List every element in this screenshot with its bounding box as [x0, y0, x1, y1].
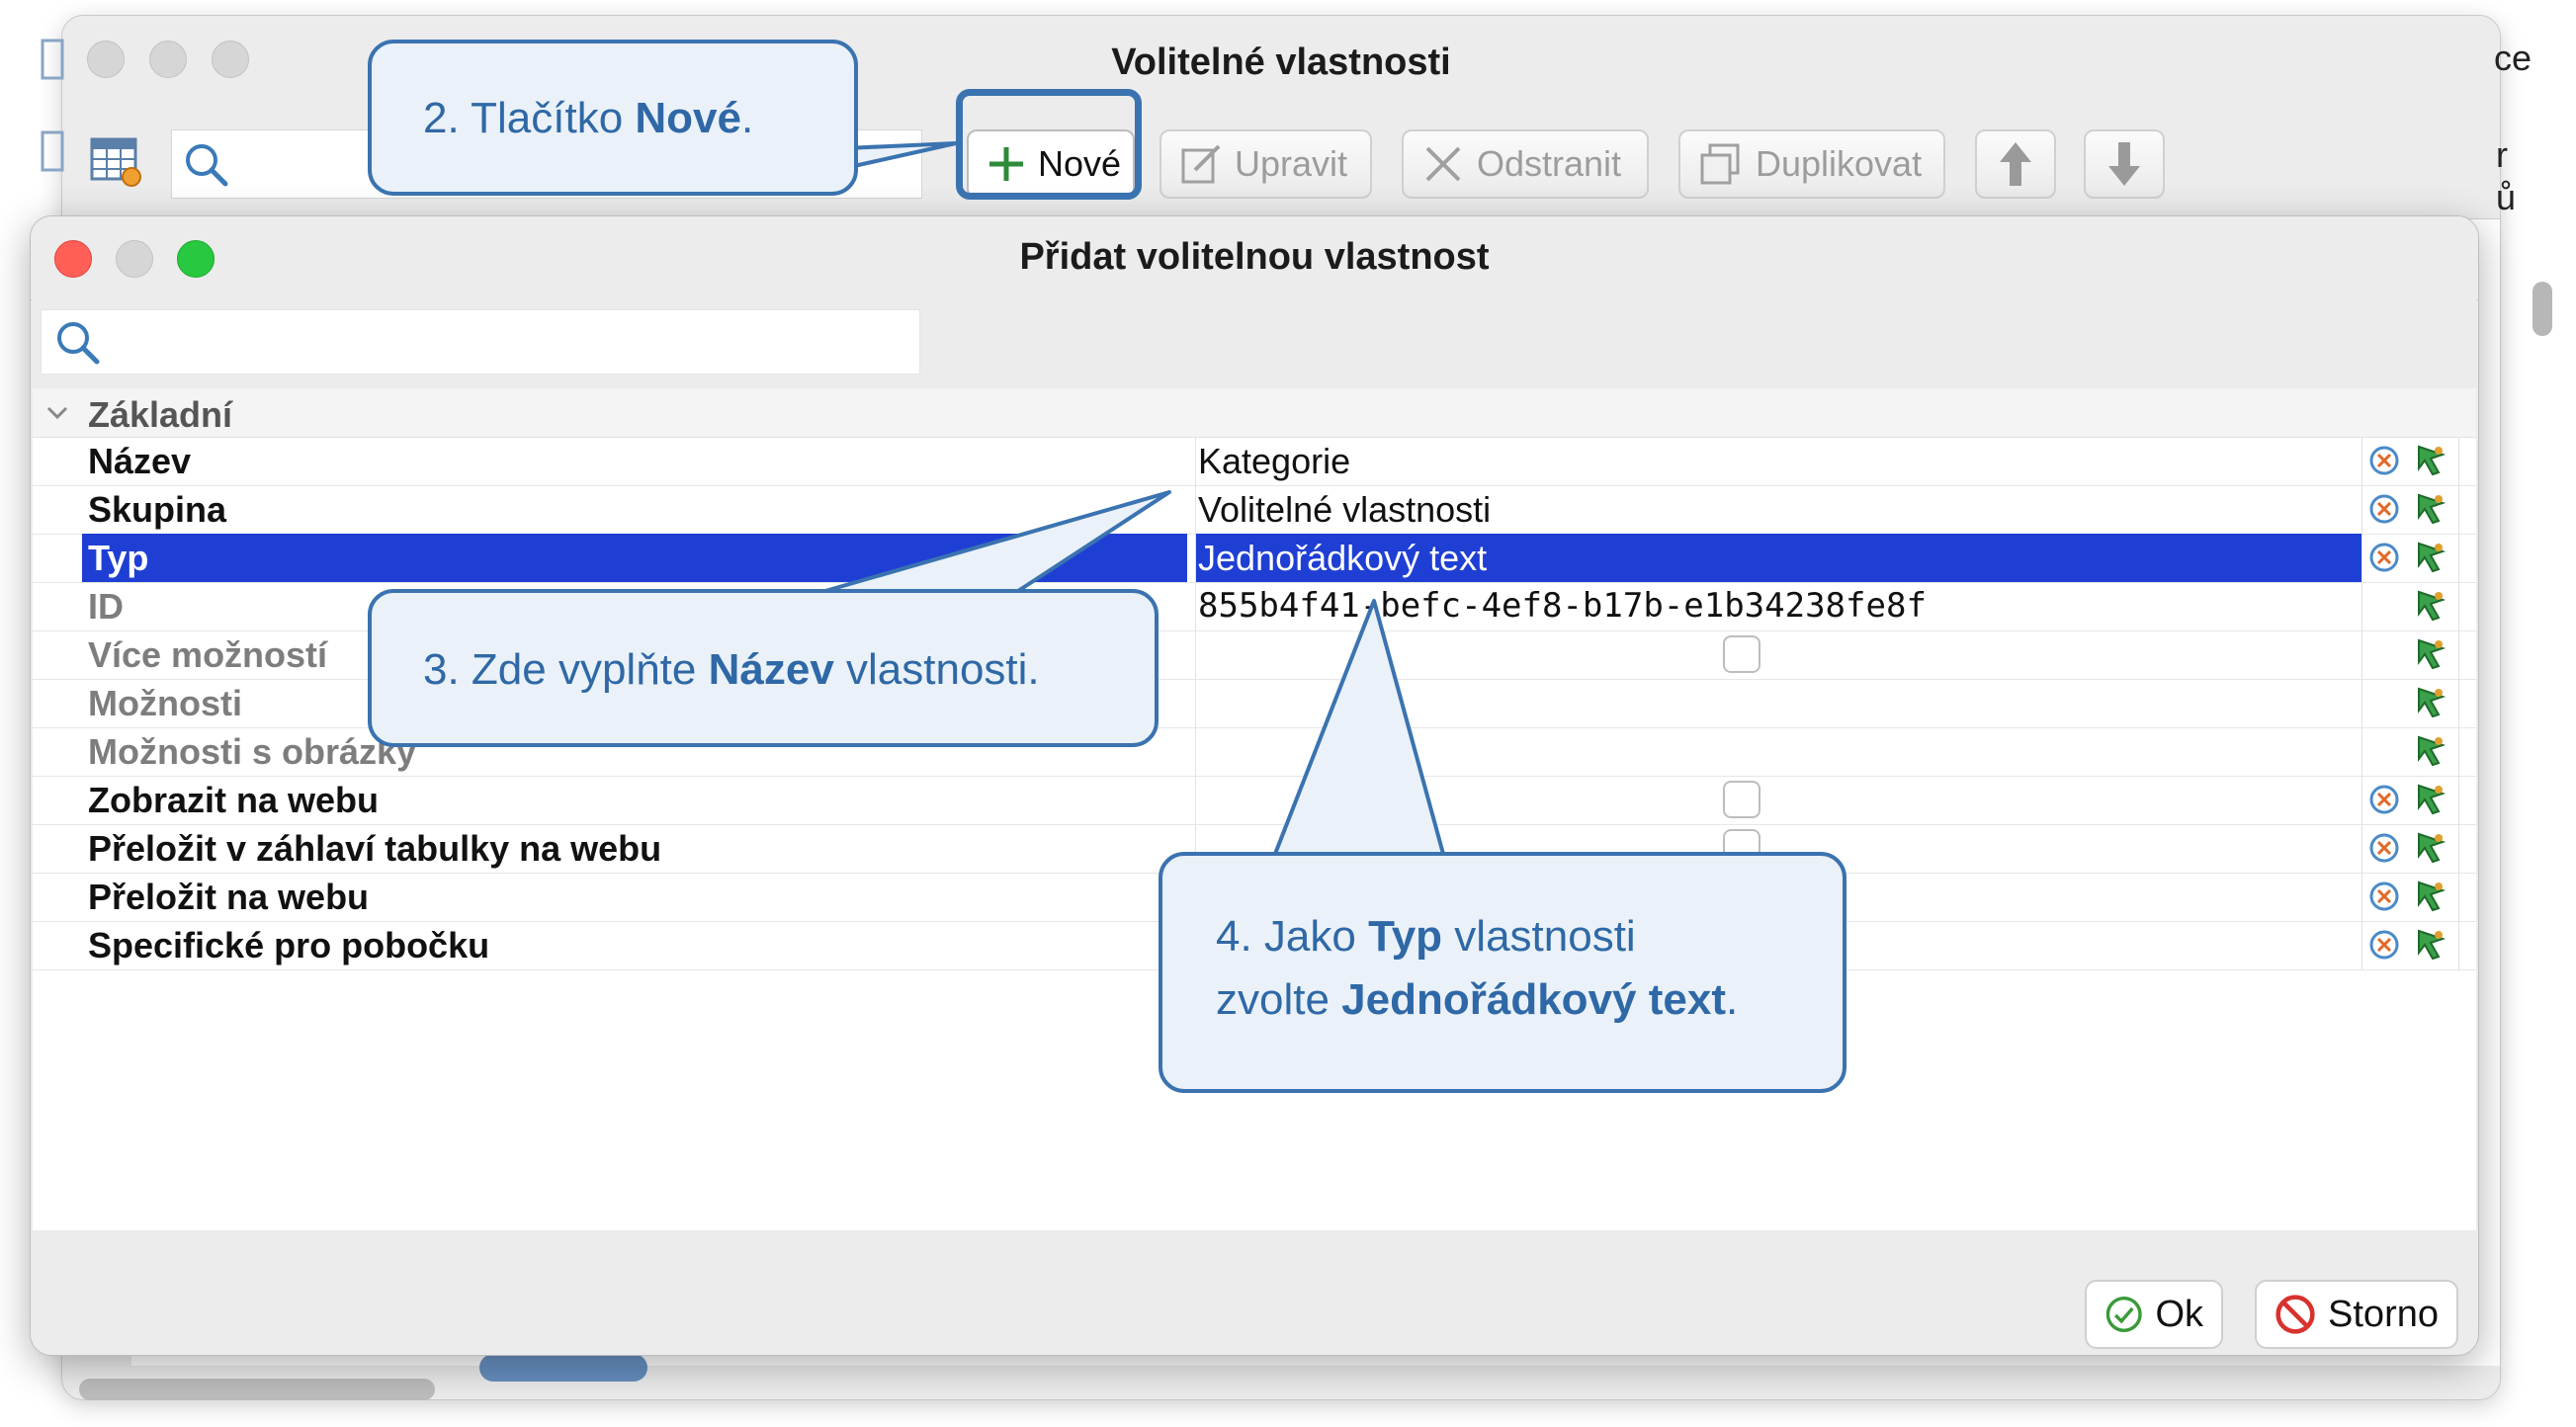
callout-3-text: 3. Zde vyplňte — [423, 645, 709, 694]
callout-3-bold: Název — [708, 645, 834, 694]
callout-2-bold: Nové — [635, 94, 741, 142]
callout-4-suffix-1: vlastnosti — [1442, 912, 1636, 961]
callout-2-pointer — [843, 141, 958, 170]
callout-3: 3. Zde vyplňte Název vlastnosti. — [368, 589, 1159, 747]
callout-2: 2. Tlačítko Nové. — [368, 40, 858, 196]
callout-2-suffix: . — [741, 94, 754, 142]
callout-4-pointer — [1273, 599, 1445, 856]
callout-4-bold-1: Typ — [1368, 912, 1443, 961]
callout-4-text-2: zvolte — [1216, 975, 1342, 1024]
new-button-highlight — [956, 89, 1142, 200]
callout-4-bold-2: Jednořádkový text — [1341, 975, 1726, 1024]
callout-4-suffix-2: . — [1725, 975, 1739, 1024]
callout-3-suffix: vlastnosti. — [833, 645, 1040, 694]
callout-2-text: 2. Tlačítko — [423, 94, 636, 142]
callout-4-text: 4. Jako — [1216, 912, 1369, 961]
callout-3-pointer — [823, 490, 1171, 593]
callout-4: 4. Jako Typ vlastnosti zvolte Jednořádko… — [1159, 852, 1846, 1093]
